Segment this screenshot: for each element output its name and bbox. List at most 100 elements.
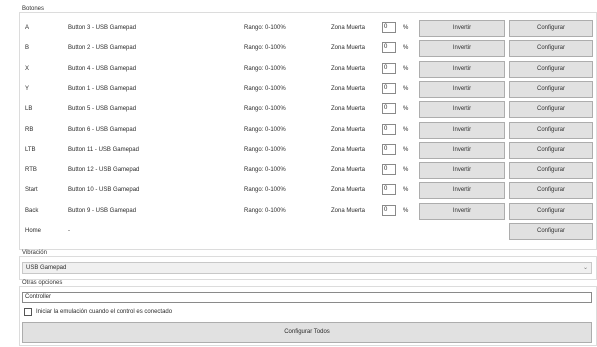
deadzone-label: Zona Muerta bbox=[331, 187, 366, 193]
deadzone-label: Zona Muerta bbox=[331, 127, 366, 133]
deadzone-label: Zona Muerta bbox=[331, 86, 366, 92]
configure-button[interactable]: Configurar bbox=[509, 162, 593, 179]
button-mapping-label: Button 12 - USB Gamepad bbox=[68, 167, 140, 173]
button-row-y: Y Button 1 - USB Gamepad Rango: 0-100% Zona… bbox=[0, 81, 597, 99]
button-name-label: X bbox=[25, 66, 30, 72]
invert-button[interactable]: Invertir bbox=[419, 61, 505, 78]
vibration-group-title: Vibración bbox=[21, 250, 48, 256]
deadzone-input[interactable]: 0 bbox=[382, 42, 396, 53]
invert-button[interactable]: Invertir bbox=[419, 101, 505, 118]
range-label: Rango: 0-100% bbox=[244, 127, 286, 133]
other-options-group-title: Otras opciones bbox=[21, 280, 64, 286]
deadzone-label: Zona Muerta bbox=[331, 66, 366, 72]
percent-label: % bbox=[403, 187, 409, 193]
range-label: Rango: 0-100% bbox=[244, 25, 286, 31]
percent-label: % bbox=[403, 127, 409, 133]
configure-button[interactable]: Configurar bbox=[509, 81, 593, 98]
invert-button[interactable]: Invertir bbox=[419, 20, 505, 37]
configure-button[interactable]: Configurar bbox=[509, 20, 593, 37]
invert-button[interactable]: Invertir bbox=[419, 203, 505, 220]
deadzone-label: Zona Muerta bbox=[331, 167, 366, 173]
range-label: Rango: 0-100% bbox=[244, 106, 286, 112]
button-name-label: Back bbox=[25, 208, 39, 214]
percent-label: % bbox=[403, 208, 409, 214]
button-mapping-label: Button 9 - USB Gamepad bbox=[68, 208, 137, 214]
percent-label: % bbox=[403, 25, 409, 31]
percent-label: % bbox=[403, 86, 409, 92]
buttons-group-title: Botones bbox=[21, 6, 46, 12]
button-row-x: X Button 4 - USB Gamepad Rango: 0-100% Zona… bbox=[0, 61, 597, 79]
configure-all-button[interactable]: Configurar Todos bbox=[22, 322, 592, 343]
configure-button[interactable]: Configurar bbox=[509, 142, 593, 159]
button-name-label: A bbox=[25, 25, 30, 31]
controller-name-field[interactable]: Controller bbox=[22, 292, 592, 303]
button-row-back: Back Button 9 - USB Gamepad Rango: 0-100% Z… bbox=[0, 203, 597, 221]
range-label: Rango: 0-100% bbox=[244, 167, 286, 173]
vibration-device-select[interactable]: USB Gamepad ⌄ bbox=[22, 262, 592, 274]
button-name-label: B bbox=[25, 45, 30, 51]
button-row-a: A Button 3 - USB Gamepad Rango: 0-100% Zona… bbox=[0, 20, 597, 38]
chevron-down-icon: ⌄ bbox=[582, 265, 588, 271]
start-on-connect-checkbox[interactable] bbox=[24, 308, 32, 316]
deadzone-label: Zona Muerta bbox=[331, 45, 366, 51]
configure-button[interactable]: Configurar bbox=[509, 122, 593, 139]
invert-button[interactable]: Invertir bbox=[419, 162, 505, 179]
button-mapping-label: Button 2 - USB Gamepad bbox=[68, 45, 137, 51]
deadzone-input[interactable]: 0 bbox=[382, 144, 396, 155]
range-label: Rango: 0-100% bbox=[244, 147, 286, 153]
button-name-label: RB bbox=[25, 127, 34, 133]
button-mapping-label: Button 4 - USB Gamepad bbox=[68, 66, 137, 72]
configure-button[interactable]: Configurar bbox=[509, 61, 593, 78]
invert-button[interactable]: Invertir bbox=[419, 122, 505, 139]
invert-button[interactable]: Invertir bbox=[419, 40, 505, 57]
button-name-label: Start bbox=[25, 187, 38, 193]
button-row-rb: RB Button 6 - USB Gamepad Rango: 0-100% Zon… bbox=[0, 122, 597, 140]
deadzone-label: Zona Muerta bbox=[331, 147, 366, 153]
range-label: Rango: 0-100% bbox=[244, 208, 286, 214]
deadzone-input[interactable]: 0 bbox=[382, 22, 396, 33]
invert-button[interactable]: Invertir bbox=[419, 81, 505, 98]
deadzone-input[interactable]: 0 bbox=[382, 184, 396, 195]
button-name-label: Home bbox=[25, 228, 42, 234]
button-name-label: Y bbox=[25, 86, 30, 92]
configure-button[interactable]: Configurar bbox=[509, 203, 593, 220]
button-mapping-label: Button 10 - USB Gamepad bbox=[68, 187, 140, 193]
button-mapping-label: Button 3 - USB Gamepad bbox=[68, 25, 137, 31]
percent-label: % bbox=[403, 147, 409, 153]
percent-label: % bbox=[403, 66, 409, 72]
button-mapping-label: Button 5 - USB Gamepad bbox=[68, 106, 137, 112]
button-mapping-label: Button 11 - USB Gamepad bbox=[68, 147, 139, 153]
deadzone-input[interactable]: 0 bbox=[382, 83, 396, 94]
deadzone-label: Zona Muerta bbox=[331, 25, 366, 31]
deadzone-input[interactable]: 0 bbox=[382, 205, 396, 216]
button-mapping-label: Button 6 - USB Gamepad bbox=[68, 127, 137, 133]
deadzone-input[interactable]: 0 bbox=[382, 164, 396, 175]
invert-button[interactable]: Invertir bbox=[419, 142, 505, 159]
deadzone-input[interactable]: 0 bbox=[382, 63, 396, 74]
button-name-label: LB bbox=[25, 106, 33, 112]
button-row-rth: RTB Button 12 - USB Gamepad Rango: 0-100% Z… bbox=[0, 162, 597, 180]
vibration-device-value: USB Gamepad bbox=[26, 265, 67, 271]
start-on-connect-label: Iniciar la emulación cuando el control e… bbox=[36, 309, 173, 315]
range-label: Rango: 0-100% bbox=[244, 66, 286, 72]
configure-button[interactable]: Configurar bbox=[509, 223, 593, 240]
deadzone-input[interactable]: 0 bbox=[382, 103, 396, 114]
configure-button[interactable]: Configurar bbox=[509, 182, 593, 199]
configure-button[interactable]: Configurar bbox=[509, 40, 593, 57]
configure-button[interactable]: Configurar bbox=[509, 101, 593, 118]
button-name-label: LTB bbox=[25, 147, 36, 153]
button-row-b: B Button 2 - USB Gamepad Rango: 0-100% Zona… bbox=[0, 40, 597, 58]
range-label: Rango: 0-100% bbox=[244, 45, 286, 51]
button-mapping-label: - bbox=[68, 228, 70, 234]
invert-button[interactable]: Invertir bbox=[419, 182, 505, 199]
button-row-home: Home - Configurar bbox=[0, 223, 597, 241]
deadzone-label: Zona Muerta bbox=[331, 106, 366, 112]
percent-label: % bbox=[403, 45, 409, 51]
percent-label: % bbox=[403, 106, 409, 112]
button-row-start: Start Button 10 - USB Gamepad Rango: 0-100… bbox=[0, 182, 597, 200]
range-label: Rango: 0-100% bbox=[244, 187, 286, 193]
range-label: Rango: 0-100% bbox=[244, 86, 286, 92]
deadzone-input[interactable]: 0 bbox=[382, 124, 396, 135]
button-mapping-label: Button 1 - USB Gamepad bbox=[68, 86, 137, 92]
button-name-label: RTB bbox=[25, 167, 37, 173]
